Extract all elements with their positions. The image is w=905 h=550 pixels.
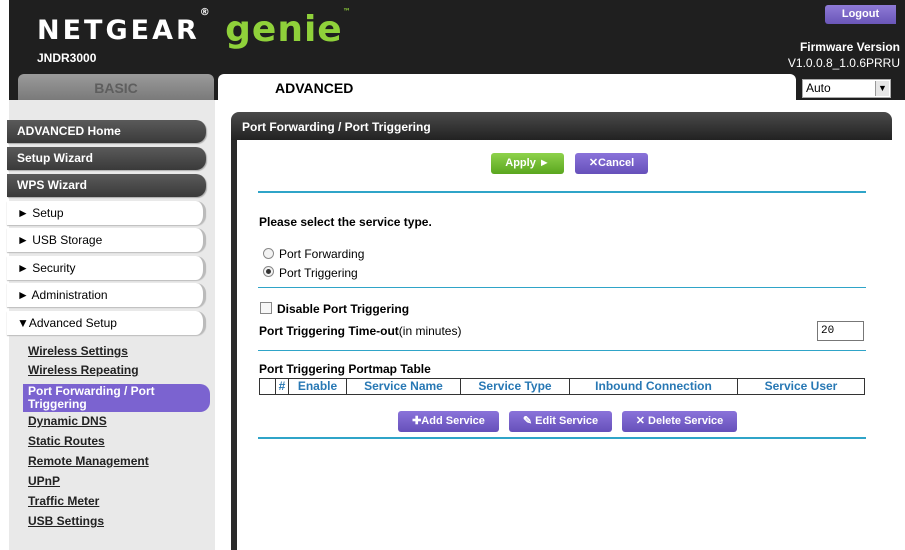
sidebar-item-advanced-setup[interactable]: ▼Advanced Setup	[7, 311, 206, 335]
timeout-label: Port Triggering Time-out(in minutes)	[259, 324, 462, 338]
sidebar-subitem-static-routes[interactable]: Static Routes	[28, 434, 105, 448]
sidebar-item-security[interactable]: ► Security	[7, 256, 206, 280]
model-name: JNDR3000	[37, 51, 97, 65]
delete-service-button[interactable]: ✕ Delete Service	[622, 411, 737, 432]
chevron-down-icon[interactable]: ▼	[875, 81, 889, 96]
language-select[interactable]: Auto ▼	[802, 79, 891, 98]
sidebar-subitem-traffic-meter[interactable]: Traffic Meter	[28, 494, 99, 508]
radio-port-triggering-label: Port Triggering	[279, 266, 358, 280]
sidebar-subitem-usb-settings[interactable]: USB Settings	[28, 514, 104, 528]
divider	[258, 287, 866, 288]
edit-service-button[interactable]: ✎ Edit Service	[509, 411, 612, 432]
table-column-blank	[260, 379, 276, 394]
radio-port-forwarding-label: Port Forwarding	[279, 247, 365, 261]
logout-button[interactable]: Logout	[825, 5, 896, 24]
tab-advanced[interactable]: ADVANCED	[218, 74, 796, 100]
portmap-table-title: Port Triggering Portmap Table	[259, 362, 431, 376]
sidebar-subitem-remote-management[interactable]: Remote Management	[28, 454, 149, 468]
sidebar-subitem-dynamic-dns[interactable]: Dynamic DNS	[28, 414, 107, 428]
sidebar-item-advanced-home[interactable]: ADVANCED Home	[7, 120, 206, 143]
table-column-service-name: Service Name	[347, 379, 461, 394]
page-title: Port Forwarding / Port Triggering	[231, 112, 892, 140]
sidebar-subitem-upnp[interactable]: UPnP	[28, 474, 60, 488]
radio-port-forwarding[interactable]	[263, 248, 274, 259]
sidebar-subitem-wireless-repeating[interactable]: Wireless Repeating	[28, 363, 139, 377]
sidebar-item-usb-storage[interactable]: ► USB Storage	[7, 228, 206, 252]
sidebar-item-setup[interactable]: ► Setup	[7, 201, 206, 225]
sidebar-subitem-wireless-settings[interactable]: Wireless Settings	[28, 344, 128, 358]
portmap-table-header: # Enable Service Name Service Type Inbou…	[259, 378, 865, 395]
sidebar-item-wps-wizard[interactable]: WPS Wizard	[7, 174, 206, 197]
divider	[258, 191, 866, 193]
firmware-version-value: V1.0.0.8_1.0.6PRRU	[787, 56, 900, 70]
tab-basic[interactable]: BASIC	[18, 74, 214, 100]
table-column-service-user: Service User	[764, 379, 838, 393]
language-select-value: Auto	[806, 81, 831, 95]
firmware-version-label: Firmware Version	[799, 40, 900, 54]
sidebar-subitem-label-line2: Triggering	[28, 397, 87, 411]
timeout-input[interactable]: 20	[817, 321, 864, 341]
apply-button[interactable]: Apply ►	[491, 153, 564, 174]
table-column-service-type: Service Type	[461, 379, 570, 394]
netgear-genie-logo: NETGEAR® genie™	[37, 7, 354, 50]
add-service-button[interactable]: ✚Add Service	[398, 411, 499, 432]
service-type-prompt: Please select the service type.	[259, 215, 432, 229]
table-column-number: #	[276, 379, 289, 394]
table-column-enable: Enable	[289, 379, 347, 394]
sidebar-item-setup-wizard[interactable]: Setup Wizard	[7, 147, 206, 170]
sidebar-item-administration[interactable]: ► Administration	[7, 283, 206, 307]
radio-port-triggering[interactable]	[263, 266, 274, 277]
divider	[258, 350, 866, 351]
content-panel	[237, 140, 892, 550]
disable-port-triggering-checkbox[interactable]	[260, 302, 272, 314]
sidebar-subitem-port-forwarding[interactable]: Port Forwarding / Port Triggering	[23, 384, 210, 412]
cancel-button[interactable]: ✕Cancel	[575, 153, 648, 174]
disable-port-triggering-label: Disable Port Triggering	[277, 302, 410, 316]
table-column-inbound-connection: Inbound Connection	[570, 379, 738, 394]
divider	[258, 437, 866, 439]
